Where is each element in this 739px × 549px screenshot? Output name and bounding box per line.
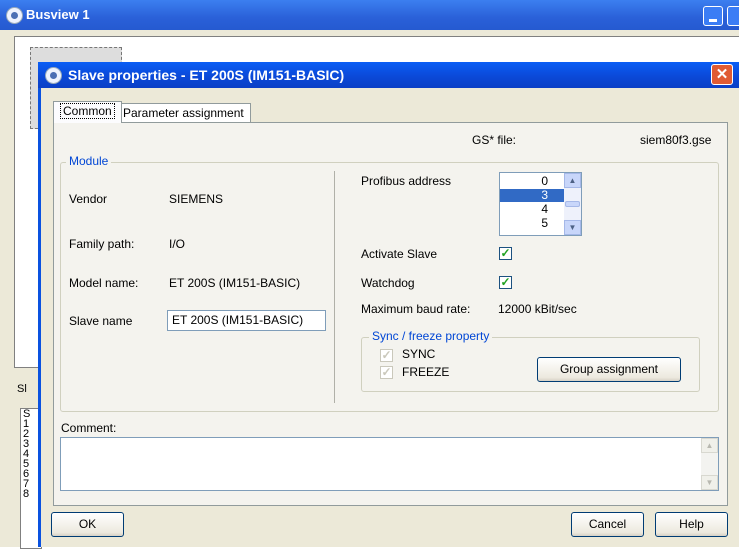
- list-item[interactable]: 4: [500, 203, 564, 216]
- close-icon: ✕: [715, 66, 729, 83]
- baud-rate-label: Maximum baud rate:: [361, 302, 471, 316]
- gsd-label: GS* file:: [472, 133, 517, 147]
- cancel-button[interactable]: Cancel: [571, 512, 644, 537]
- family-path-value: I/O: [169, 237, 186, 251]
- tab-label: Common: [60, 103, 115, 119]
- watchdog-checkbox[interactable]: ✓: [499, 276, 512, 289]
- help-button[interactable]: Help: [655, 512, 728, 537]
- model-name-label: Model name:: [69, 276, 139, 290]
- checkmark-icon: ✓: [381, 348, 392, 362]
- slave-name-field[interactable]: ET 200S (IM151-BASIC): [167, 310, 326, 331]
- activate-slave-label: Activate Slave: [361, 247, 438, 261]
- dialog-titlebar[interactable]: Slave properties - ET 200S (IM151-BASIC)…: [38, 62, 739, 88]
- checkmark-icon: ✓: [500, 275, 511, 289]
- comment-scrollbar[interactable]: ▲ ▼: [701, 438, 718, 490]
- scroll-down-icon[interactable]: ▼: [701, 475, 718, 490]
- sync-label: SYNC: [402, 347, 436, 361]
- group-divider: [334, 171, 335, 403]
- scroll-down-icon[interactable]: ▼: [564, 220, 581, 235]
- ok-button[interactable]: OK: [51, 512, 124, 537]
- list-item-selected[interactable]: 3: [500, 189, 564, 202]
- comment-label: Comment:: [61, 421, 117, 435]
- vendor-value: SIEMENS: [169, 192, 224, 206]
- comment-field[interactable]: ▲ ▼: [60, 437, 719, 491]
- freeze-label: FREEZE: [402, 365, 450, 379]
- status-panel-label: Sl: [17, 383, 27, 395]
- busview-titlebar[interactable]: Busview 1: [0, 0, 739, 30]
- app-icon: [45, 67, 62, 84]
- list-item[interactable]: 5: [500, 217, 564, 230]
- family-path-label: Family path:: [69, 237, 135, 251]
- dialog-title: Slave properties - ET 200S (IM151-BASIC): [68, 67, 345, 83]
- vendor-label: Vendor: [69, 192, 108, 206]
- tab-parameter-assignment[interactable]: Parameter assignment: [116, 103, 251, 123]
- scroll-thumb[interactable]: [565, 201, 580, 207]
- minimize-button[interactable]: [703, 6, 723, 26]
- model-name-value: ET 200S (IM151-BASIC): [169, 276, 301, 290]
- maximize-button[interactable]: [727, 6, 739, 26]
- checkmark-icon: ✓: [381, 365, 392, 379]
- scroll-up-icon[interactable]: ▲: [701, 438, 718, 453]
- freeze-checkbox[interactable]: ✓: [380, 366, 393, 379]
- list-scrollbar[interactable]: ▲ ▼: [564, 173, 581, 235]
- baud-rate-value: 12000 kBit/sec: [498, 302, 577, 316]
- list-item[interactable]: 0: [500, 175, 564, 188]
- watchdog-label: Watchdog: [361, 276, 415, 290]
- checkmark-icon: ✓: [500, 246, 511, 260]
- sync-checkbox[interactable]: ✓: [380, 349, 393, 362]
- slave-name-label: Slave name: [69, 314, 133, 328]
- sync-freeze-legend: Sync / freeze property: [369, 329, 493, 343]
- app-icon: [6, 7, 23, 24]
- profibus-address-list[interactable]: 0 3 4 5 ▲ ▼: [499, 172, 582, 236]
- tab-common[interactable]: Common: [53, 101, 122, 123]
- group-assignment-button[interactable]: Group assignment: [537, 357, 681, 382]
- activate-slave-checkbox[interactable]: ✓: [499, 247, 512, 260]
- scroll-up-icon[interactable]: ▲: [564, 173, 581, 188]
- busview-title: Busview 1: [26, 7, 90, 22]
- close-button[interactable]: ✕: [711, 64, 733, 85]
- module-legend: Module: [66, 154, 112, 168]
- tab-label: Parameter assignment: [123, 106, 244, 120]
- gsd-value: siem80f3.gse: [640, 133, 712, 147]
- profibus-address-label: Profibus address: [361, 174, 452, 188]
